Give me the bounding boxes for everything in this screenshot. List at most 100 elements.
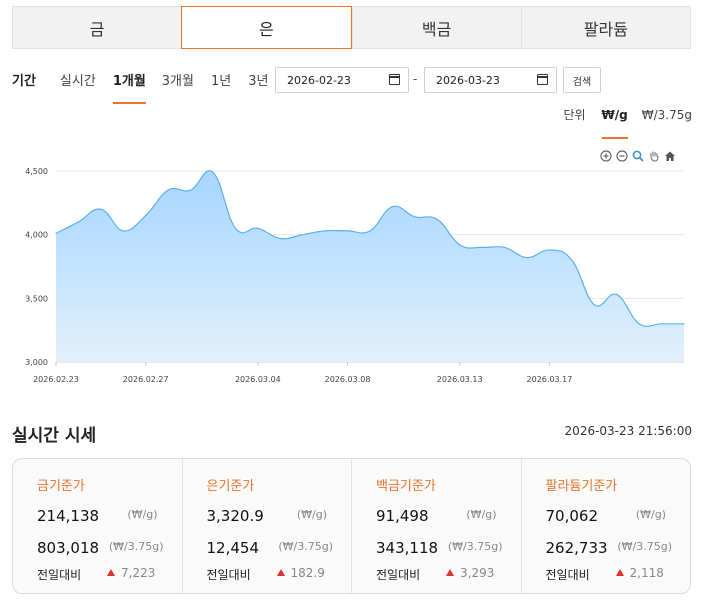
calendar-icon[interactable] <box>389 74 400 85</box>
quote-platinum: 백금기준가 91,498 (₩/g) 343,118 (₩/3.75g) 전일대… <box>352 459 522 593</box>
unit-per-gram: (₩/g) <box>466 508 497 521</box>
quote-gold: 금기준가 214,138 (₩/g) 803,018 (₩/3.75g) 전일대… <box>13 459 183 593</box>
quote-title: 백금기준가 <box>376 479 436 494</box>
period-label: 기간 <box>12 73 36 89</box>
price-area <box>56 170 684 362</box>
data-point <box>279 237 281 240</box>
quote-title: 은기준가 <box>206 479 255 494</box>
y-tick-label: 4,000 <box>25 231 48 240</box>
x-tick-label: 2026.03.04 <box>235 375 281 384</box>
data-point <box>660 323 663 325</box>
data-point <box>55 232 57 234</box>
data-point <box>391 206 394 208</box>
metal-tabs: 금 은 백금 팔라듐 <box>12 6 691 49</box>
period-option-1month[interactable]: 1개월 <box>112 70 146 104</box>
unit-per-gram: (₩/g) <box>635 508 666 521</box>
data-point <box>346 230 349 232</box>
x-tick-label: 2026.02.27 <box>123 375 169 384</box>
data-point <box>302 234 304 236</box>
x-tick-label: 2026.03.13 <box>437 375 483 384</box>
data-point <box>122 230 124 232</box>
unit-per-3-75g: (₩/3.75g) <box>278 540 333 553</box>
realtime-title: 실시간 시세 <box>12 426 97 446</box>
start-date-value: 2026-02-23 <box>287 73 351 87</box>
end-date-value: 2026-03-23 <box>436 73 500 87</box>
unit-per-3-75g: (₩/3.75g) <box>447 540 503 553</box>
price-per-gram: 70,062 <box>545 507 599 525</box>
unit-selector: 단위 ₩/g ₩/3.75g <box>563 106 692 139</box>
change-label: 전일대비 <box>376 568 421 582</box>
price-per-gram: 91,498 <box>376 507 429 525</box>
up-triangle-icon <box>107 569 115 576</box>
price-per-3-75g: 12,454 <box>206 539 260 557</box>
end-date-input[interactable]: 2026-03-23 <box>424 67 557 93</box>
search-button[interactable]: 검색 <box>563 67 601 93</box>
up-triangle-icon <box>446 569 454 576</box>
unit-option-per-gram[interactable]: ₩/g <box>601 108 628 139</box>
data-point <box>100 208 102 210</box>
x-tick-label: 2026.03.08 <box>325 375 371 384</box>
price-per-3-75g: 803,018 <box>37 539 100 557</box>
data-point <box>459 244 461 246</box>
price-per-gram: 214,138 <box>37 507 100 525</box>
quote-silver: 은기준가 3,320.9 (₩/g) 12,454 (₩/3.75g) 전일대비… <box>183 459 352 593</box>
data-point <box>189 189 192 191</box>
data-point <box>324 230 326 232</box>
data-point <box>414 216 416 218</box>
unit-per-gram: (₩/g) <box>127 508 158 521</box>
change-value: 7,223 <box>121 566 156 580</box>
unit-per-3-75g: (₩/3.75g) <box>108 540 164 553</box>
data-point <box>212 171 214 173</box>
realtime-timestamp: 2026-03-23 21:56:00 <box>564 424 692 438</box>
change-value: 2,118 <box>629 566 664 580</box>
data-point <box>683 323 685 325</box>
tab-gold[interactable]: 금 <box>12 6 182 49</box>
tab-platinum[interactable]: 백금 <box>351 6 521 49</box>
change-label: 전일대비 <box>545 568 590 582</box>
tab-silver[interactable]: 은 <box>181 6 352 49</box>
price-per-gram: 3,320.9 <box>206 507 264 525</box>
realtime-quote-card: 금기준가 214,138 (₩/g) 803,018 (₩/3.75g) 전일대… <box>12 458 691 594</box>
data-point <box>548 249 551 251</box>
period-option-1year[interactable]: 1년 <box>211 70 231 89</box>
data-point <box>77 221 80 223</box>
data-point <box>234 227 237 229</box>
unit-label: 단위 <box>563 108 586 122</box>
quote-title: 팔라듐기준가 <box>545 479 618 494</box>
data-point <box>436 218 438 220</box>
price-chart: 3,000 3,500 4,000 4,500 2026.02.23 2026.02.2… <box>25 167 685 384</box>
data-point <box>167 189 169 191</box>
unit-per-3-75g: (₩/3.75g) <box>617 540 672 553</box>
period-option-3years[interactable]: 3년 <box>248 70 268 89</box>
quote-title: 금기준가 <box>37 479 85 494</box>
data-point <box>145 214 147 217</box>
tab-palladium[interactable]: 팔라듐 <box>520 6 691 49</box>
unit-per-gram: (₩/g) <box>296 508 327 521</box>
change-label: 전일대비 <box>37 568 82 582</box>
price-per-3-75g: 262,733 <box>545 539 608 557</box>
data-point <box>593 304 595 306</box>
data-point <box>369 230 371 232</box>
period-selector: 기간 실시간 1개월 3개월 1년 3년 <box>12 64 268 104</box>
up-triangle-icon <box>615 569 624 576</box>
start-date-input[interactable]: 2026-02-23 <box>275 67 409 93</box>
data-point <box>481 246 483 248</box>
period-option-3months[interactable]: 3개월 <box>162 70 194 89</box>
data-point <box>638 323 640 325</box>
data-point <box>571 259 573 261</box>
data-point <box>503 246 506 248</box>
x-tick-label: 2026.02.23 <box>33 375 79 384</box>
data-point <box>257 227 259 229</box>
date-range-separator: - <box>413 72 418 86</box>
calendar-icon[interactable] <box>537 74 548 85</box>
y-tick-label: 3,500 <box>25 294 48 303</box>
data-point <box>526 256 528 259</box>
up-triangle-icon <box>276 569 285 576</box>
period-option-realtime[interactable]: 실시간 <box>60 70 96 89</box>
y-tick-label: 4,500 <box>25 167 48 176</box>
unit-option-per-3-75g[interactable]: ₩/3.75g <box>642 108 692 122</box>
change-value: 182.9 <box>290 566 325 580</box>
quote-palladium: 팔라듐기준가 70,062 (₩/g) 262,733 (₩/3.75g) 전일… <box>522 459 691 593</box>
y-tick-label: 3,000 <box>25 358 48 367</box>
change-label: 전일대비 <box>206 568 251 582</box>
